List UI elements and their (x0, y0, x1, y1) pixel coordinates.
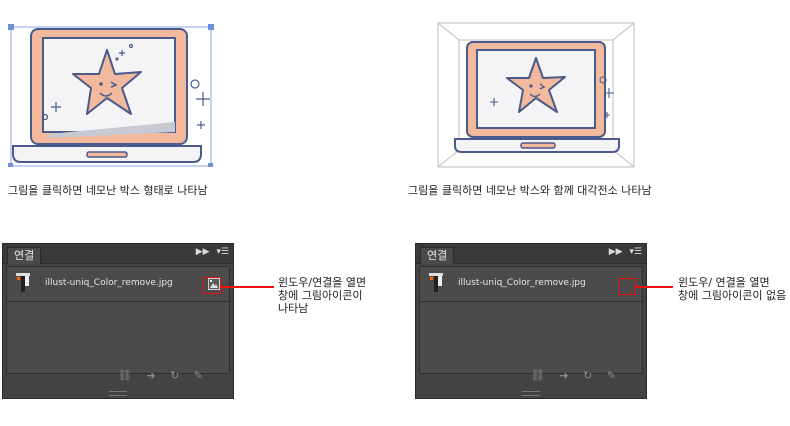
resize-grip[interactable] (109, 391, 127, 396)
note-right: 윈도우/ 연결을 열면 창에 그림아이콘이 없음 (678, 276, 786, 302)
edit-original-icon[interactable]: ✎ (194, 369, 203, 382)
note-line: 나타남 (278, 302, 309, 315)
callout-line-right (636, 286, 673, 288)
links-panel-right: 연결 ▶▶ ▾☰ illust-uniq_Color_remove.jpg ⛓ … (415, 243, 647, 399)
panel-header-buttons: ▶▶ ▾☰ (605, 247, 642, 257)
caption-right: 그림을 클릭하면 네모난 박스와 함께 대각전소 나타남 (408, 184, 652, 197)
edit-original-icon[interactable]: ✎ (607, 369, 616, 382)
goto-link-icon[interactable]: ➜ (146, 369, 155, 382)
update-link-icon[interactable]: ↻ (170, 369, 179, 382)
link-row[interactable]: illust-uniq_Color_remove.jpg (6, 266, 230, 302)
play-forward-icon[interactable]: ▶▶ (609, 247, 623, 257)
panel-menu-icon[interactable]: ▾☰ (629, 247, 642, 257)
tab-links[interactable]: 연결 (420, 247, 455, 264)
panel-footer-icons: ⛓ ➜ ↻ ✎ (520, 369, 616, 382)
file-type-icon (16, 273, 30, 292)
highlight-box-left (203, 277, 221, 294)
highlight-box-right (618, 278, 636, 295)
link-filename: illust-uniq_Color_remove.jpg (458, 278, 586, 288)
note-line: 창에 그림아이콘이 (278, 289, 363, 302)
callout-line-left (221, 286, 274, 288)
links-list-area (419, 302, 643, 374)
panel-menu-icon[interactable]: ▾☰ (216, 247, 229, 257)
file-type-icon (429, 273, 443, 292)
links-panel-left: 연결 ▶▶ ▾☰ illust-uniq_Color_remove.jpg ⛓ … (2, 243, 234, 399)
goto-link-icon[interactable]: ➜ (559, 369, 568, 382)
link-row[interactable]: illust-uniq_Color_remove.jpg (419, 266, 643, 302)
play-forward-icon[interactable]: ▶▶ (196, 247, 210, 257)
update-link-icon[interactable]: ↻ (583, 369, 592, 382)
link-filename: illust-uniq_Color_remove.jpg (45, 278, 173, 288)
resize-grip[interactable] (522, 391, 540, 396)
relink-icon[interactable]: ⛓ (531, 369, 545, 382)
laptop-illustration-selected[interactable] (5, 22, 220, 167)
laptop-illustration-diagonals[interactable] (437, 22, 637, 169)
relink-icon[interactable]: ⛓ (118, 369, 132, 382)
note-line: 창에 그림아이콘이 없음 (678, 289, 787, 302)
note-left: 윈도우/연결을 열면 창에 그림아이콘이 나타남 (278, 276, 366, 315)
links-list-area (6, 302, 230, 374)
note-line: 윈도우/ 연결을 열면 (678, 276, 770, 289)
tab-links[interactable]: 연결 (7, 247, 42, 264)
panel-footer-icons: ⛓ ➜ ↻ ✎ (107, 369, 203, 382)
caption-left: 그림을 클릭하면 네모난 박스 형태로 나타남 (8, 184, 208, 197)
note-line: 윈도우/연결을 열면 (278, 276, 367, 289)
panel-header-buttons: ▶▶ ▾☰ (192, 247, 229, 257)
